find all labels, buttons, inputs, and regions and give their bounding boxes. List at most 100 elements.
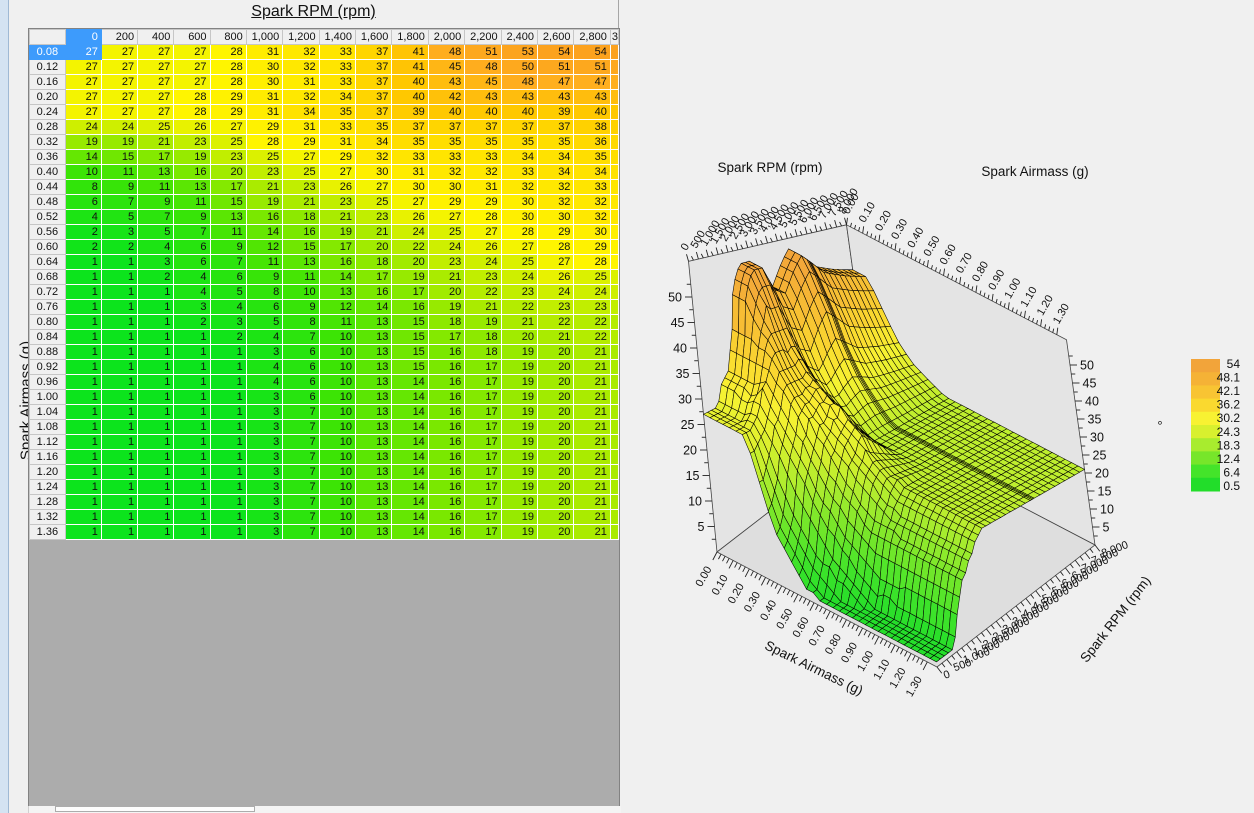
table-cell[interactable]: 29 — [210, 90, 246, 105]
table-cell[interactable]: 10 — [319, 330, 355, 345]
table-cell[interactable]: 25 — [428, 225, 464, 240]
table-cell[interactable]: 7 — [210, 255, 246, 270]
table-cell[interactable]: 17 — [465, 525, 501, 540]
column-header-0[interactable]: 0 — [65, 30, 101, 45]
table-cell[interactable]: 19 — [101, 135, 137, 150]
table-cell[interactable]: 1 — [210, 345, 246, 360]
table-cell[interactable]: 1 — [174, 405, 210, 420]
table-cell[interactable]: 16 — [428, 450, 464, 465]
table-cell[interactable]: 37 — [356, 75, 392, 90]
table-cell[interactable]: 3 — [246, 450, 282, 465]
row-header-0.52[interactable]: 0.52 — [30, 210, 66, 225]
table-cell[interactable]: 17 — [465, 420, 501, 435]
table-cell[interactable]: 23 — [538, 300, 574, 315]
table-cell[interactable]: 1 — [210, 360, 246, 375]
table-cell[interactable]: 40 — [574, 105, 610, 120]
table-cell[interactable]: 10 — [319, 360, 355, 375]
row-header-0.16[interactable]: 0.16 — [30, 75, 66, 90]
table-cell[interactable]: 48 — [428, 45, 464, 60]
table-cell[interactable]: 22 — [465, 285, 501, 300]
table-cell[interactable]: 16 — [428, 480, 464, 495]
table-cell[interactable]: 23 — [356, 210, 392, 225]
table-cell-partial[interactable] — [610, 405, 618, 420]
table-cell[interactable]: 1 — [174, 390, 210, 405]
table-cell[interactable]: 33 — [392, 150, 428, 165]
table-cell[interactable]: 3 — [174, 300, 210, 315]
table-cell-partial[interactable] — [610, 255, 618, 270]
table-cell[interactable]: 30 — [246, 60, 282, 75]
table-cell[interactable]: 27 — [283, 150, 319, 165]
table-cell[interactable]: 16 — [283, 225, 319, 240]
table-cell[interactable]: 13 — [356, 480, 392, 495]
table-cell[interactable]: 23 — [319, 195, 355, 210]
row-header-0.48[interactable]: 0.48 — [30, 195, 66, 210]
table-cell[interactable]: 21 — [574, 345, 610, 360]
table-cell[interactable]: 31 — [319, 135, 355, 150]
table-cell[interactable]: 37 — [356, 90, 392, 105]
table-cell[interactable]: 32 — [283, 90, 319, 105]
column-header-200[interactable]: 200 — [101, 30, 137, 45]
table-cell[interactable]: 11 — [319, 315, 355, 330]
table-cell-partial[interactable] — [610, 510, 618, 525]
row-header-0.72[interactable]: 0.72 — [30, 285, 66, 300]
table-cell[interactable]: 40 — [392, 75, 428, 90]
table-cell[interactable]: 27 — [65, 45, 101, 60]
table-cell[interactable]: 26 — [174, 120, 210, 135]
table-cell[interactable]: 23 — [574, 300, 610, 315]
table-cell[interactable]: 38 — [574, 120, 610, 135]
table-cell[interactable]: 1 — [210, 435, 246, 450]
table-cell[interactable]: 16 — [428, 420, 464, 435]
table-cell[interactable]: 1 — [65, 285, 101, 300]
table-cell[interactable]: 20 — [538, 405, 574, 420]
row-header-0.20[interactable]: 0.20 — [30, 90, 66, 105]
table-cell[interactable]: 6 — [246, 300, 282, 315]
table-cell[interactable]: 21 — [246, 180, 282, 195]
table-cell[interactable]: 16 — [392, 300, 428, 315]
row-header-1.24[interactable]: 1.24 — [30, 480, 66, 495]
table-cell[interactable]: 14 — [392, 375, 428, 390]
table-cell[interactable]: 3 — [246, 495, 282, 510]
table-cell[interactable]: 3 — [138, 255, 174, 270]
table-cell[interactable]: 43 — [538, 90, 574, 105]
table-cell-partial[interactable] — [610, 135, 618, 150]
table-cell[interactable]: 1 — [65, 465, 101, 480]
table-cell[interactable]: 16 — [428, 525, 464, 540]
table-cell[interactable]: 27 — [101, 75, 137, 90]
table-cell[interactable]: 1 — [210, 450, 246, 465]
column-header-1800[interactable]: 1,800 — [392, 30, 428, 45]
table-cell[interactable]: 1 — [65, 405, 101, 420]
table-cell[interactable]: 2 — [174, 315, 210, 330]
table-cell[interactable]: 10 — [319, 510, 355, 525]
table-cell[interactable]: 27 — [210, 120, 246, 135]
table-cell[interactable]: 1 — [101, 465, 137, 480]
table-cell[interactable]: 7 — [283, 450, 319, 465]
table-cell[interactable]: 27 — [65, 105, 101, 120]
table-cell[interactable]: 28 — [501, 225, 537, 240]
table-cell[interactable]: 19 — [465, 315, 501, 330]
table-cell[interactable]: 16 — [428, 510, 464, 525]
table-cell-partial[interactable] — [610, 465, 618, 480]
table-cell[interactable]: 31 — [246, 90, 282, 105]
table-cell[interactable]: 31 — [246, 105, 282, 120]
table-cell[interactable]: 7 — [283, 405, 319, 420]
table-cell[interactable]: 7 — [283, 420, 319, 435]
table-cell[interactable]: 37 — [356, 45, 392, 60]
table-cell[interactable]: 16 — [428, 360, 464, 375]
table-cell[interactable]: 6 — [174, 240, 210, 255]
table-cell[interactable]: 1 — [138, 345, 174, 360]
row-header-0.44[interactable]: 0.44 — [30, 180, 66, 195]
table-cell[interactable]: 18 — [356, 255, 392, 270]
table-cell[interactable]: 11 — [246, 255, 282, 270]
table-cell[interactable]: 15 — [392, 345, 428, 360]
table-cell[interactable]: 17 — [210, 180, 246, 195]
row-header-1.36[interactable]: 1.36 — [30, 525, 66, 540]
table-cell[interactable]: 13 — [356, 390, 392, 405]
table-cell[interactable]: 19 — [501, 510, 537, 525]
table-cell[interactable]: 14 — [392, 390, 428, 405]
table-cell[interactable]: 21 — [138, 135, 174, 150]
table-cell[interactable]: 32 — [283, 60, 319, 75]
table-cell[interactable]: 8 — [283, 315, 319, 330]
table-cell[interactable]: 19 — [501, 480, 537, 495]
table-cell[interactable]: 1 — [174, 480, 210, 495]
table-cell[interactable]: 47 — [574, 75, 610, 90]
